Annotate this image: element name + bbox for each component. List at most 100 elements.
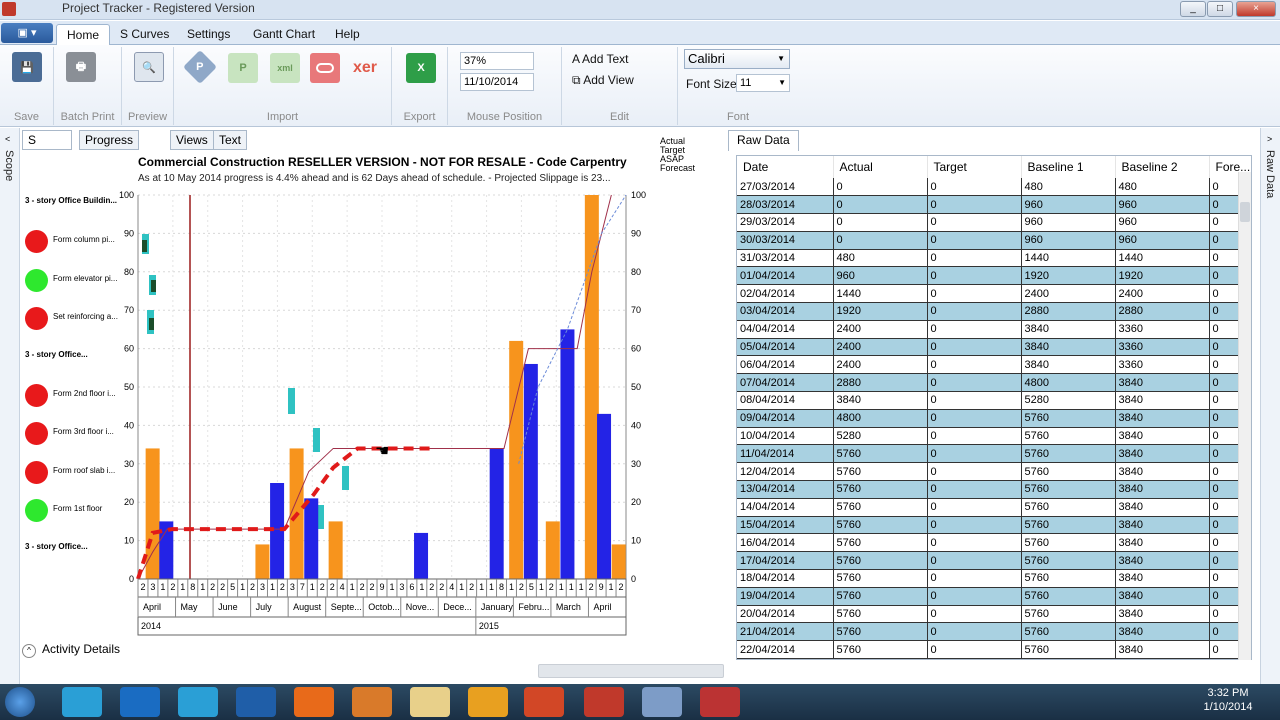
table-cell[interactable]: 5760 [1021, 587, 1116, 606]
table-cell[interactable]: 0 [927, 533, 1022, 553]
table-cell[interactable]: 02/04/2014 [737, 284, 834, 304]
table-cell[interactable]: 5760 [833, 640, 928, 659]
table-row[interactable]: 28/03/2014 0 0 960 960 0 [737, 195, 1251, 215]
table-row[interactable]: 14/04/2014 5760 0 5760 3840 0 [737, 498, 1251, 517]
table-cell[interactable]: 5760 [1021, 462, 1116, 482]
table-row[interactable]: 22/04/2014 5760 0 5760 3840 0 [737, 640, 1251, 659]
table-cell[interactable]: 480 [1021, 178, 1116, 197]
table-row[interactable]: 05/04/2014 2400 0 3840 3360 0 [737, 338, 1251, 357]
table-cell[interactable]: 0 [927, 462, 1022, 482]
table-cell[interactable]: 13/04/2014 [737, 480, 834, 499]
table-cell[interactable]: 2880 [1021, 302, 1116, 321]
table-cell[interactable]: 0 [833, 178, 928, 197]
column-header[interactable]: Date [737, 156, 834, 178]
table-cell[interactable]: 5760 [1021, 533, 1116, 553]
table-cell[interactable]: 3840 [833, 391, 928, 410]
table-cell[interactable]: 3840 [1021, 355, 1116, 375]
table-cell[interactable]: 5760 [833, 622, 928, 642]
chart-horizontal-scrollbar[interactable] [538, 664, 724, 678]
table-row[interactable]: 02/04/2014 1440 0 2400 2400 0 [737, 284, 1251, 304]
table-row[interactable]: 03/04/2014 1920 0 2880 2880 0 [737, 302, 1251, 321]
table-cell[interactable]: 16/04/2014 [737, 533, 834, 553]
table-cell[interactable]: 5760 [1021, 516, 1116, 535]
table-cell[interactable]: 08/04/2014 [737, 391, 834, 410]
system-clock[interactable]: 3:32 PM 1/10/2014 [1198, 686, 1258, 714]
table-cell[interactable]: 0 [927, 249, 1022, 268]
table-cell[interactable]: 5760 [1021, 427, 1116, 446]
table-row[interactable]: 30/03/2014 0 0 960 960 0 [737, 231, 1251, 250]
table-cell[interactable]: 29/03/2014 [737, 213, 834, 232]
table-row[interactable]: 17/04/2014 5760 0 5760 3840 0 [737, 551, 1251, 571]
raw-data-grid[interactable]: Date Actual Target Baseline 1 Baseline 2 Fore… [736, 155, 1252, 660]
table-row[interactable]: 10/04/2014 5280 0 5760 3840 0 [737, 427, 1251, 446]
table-cell[interactable]: 0 [927, 622, 1022, 642]
table-cell[interactable]: 3840 [1115, 640, 1210, 659]
table-cell[interactable]: 960 [1021, 231, 1116, 250]
table-cell[interactable]: 3840 [1115, 622, 1210, 642]
table-cell[interactable]: 0 [927, 640, 1022, 659]
table-cell[interactable]: 0 [927, 302, 1022, 321]
column-header[interactable]: Baseline 1 [1021, 156, 1116, 178]
table-cell[interactable]: 03/04/2014 [737, 302, 834, 321]
scroll-thumb[interactable] [1240, 202, 1250, 222]
table-cell[interactable]: 0 [927, 213, 1022, 232]
powerpoint-icon[interactable] [524, 687, 564, 717]
table-cell[interactable]: 480 [833, 249, 928, 268]
paint-icon[interactable] [352, 687, 392, 717]
table-cell[interactable]: 3840 [1115, 373, 1210, 393]
table-cell[interactable]: 3840 [1115, 533, 1210, 553]
table-cell[interactable]: 5760 [833, 569, 928, 588]
table-cell[interactable]: 5760 [833, 533, 928, 553]
primavera-icon[interactable] [642, 687, 682, 717]
table-cell[interactable]: 0 [927, 587, 1022, 606]
table-row[interactable]: 20/04/2014 5760 0 5760 3840 0 [737, 605, 1251, 624]
table-cell[interactable]: 17/04/2014 [737, 551, 834, 571]
table-cell[interactable]: 04/04/2014 [737, 320, 834, 339]
table-cell[interactable]: 4800 [833, 409, 928, 428]
table-cell[interactable]: 2400 [833, 338, 928, 357]
table-cell[interactable]: 5760 [1021, 480, 1116, 499]
table-cell[interactable]: 19/04/2014 [737, 587, 834, 606]
table-cell[interactable]: 5280 [1021, 391, 1116, 410]
table-cell[interactable]: 5760 [833, 605, 928, 624]
box-icon[interactable] [700, 687, 740, 717]
collapse-right-icon[interactable]: > [1267, 134, 1272, 144]
table-cell[interactable]: 0 [833, 195, 928, 215]
table-cell[interactable]: 2400 [833, 355, 928, 375]
table-row[interactable]: 13/04/2014 5760 0 5760 3840 0 [737, 480, 1251, 499]
t-icon[interactable] [236, 687, 276, 717]
table-cell[interactable]: 5760 [1021, 498, 1116, 517]
table-cell[interactable]: 20/04/2014 [737, 605, 834, 624]
table-cell[interactable]: 0 [927, 569, 1022, 588]
table-cell[interactable]: 15/04/2014 [737, 516, 834, 535]
chevron-up-icon[interactable]: ^ [22, 644, 36, 658]
table-cell[interactable]: 5760 [1021, 551, 1116, 571]
table-cell[interactable]: 960 [833, 266, 928, 286]
flower-icon[interactable] [468, 687, 508, 717]
table-row[interactable]: 01/04/2014 960 0 1920 1920 0 [737, 266, 1251, 286]
table-cell[interactable]: 1920 [833, 302, 928, 321]
table-cell[interactable]: 0 [927, 284, 1022, 304]
table-cell[interactable]: 09/04/2014 [737, 409, 834, 428]
table-cell[interactable]: 14/04/2014 [737, 498, 834, 517]
table-cell[interactable]: 30/03/2014 [737, 231, 834, 250]
table-cell[interactable]: 3840 [1115, 516, 1210, 535]
table-cell[interactable]: 5760 [1021, 640, 1116, 659]
table-cell[interactable]: 2400 [833, 320, 928, 339]
table-row[interactable]: 16/04/2014 5760 0 5760 3840 0 [737, 533, 1251, 553]
table-cell[interactable]: 3840 [1115, 569, 1210, 588]
table-cell[interactable]: 4800 [1021, 373, 1116, 393]
table-cell[interactable]: 3840 [1115, 391, 1210, 410]
table-row[interactable]: 11/04/2014 5760 0 5760 3840 0 [737, 444, 1251, 464]
table-cell[interactable]: 0 [927, 178, 1022, 197]
table-cell[interactable]: 1440 [833, 284, 928, 304]
table-cell[interactable]: 5760 [1021, 444, 1116, 464]
table-cell[interactable]: 5280 [833, 427, 928, 446]
table-cell[interactable]: 3840 [1021, 320, 1116, 339]
table-cell[interactable]: 0 [927, 195, 1022, 215]
table-cell[interactable]: 3360 [1115, 338, 1210, 357]
table-cell[interactable]: 5760 [1021, 569, 1116, 588]
table-cell[interactable]: 960 [1115, 231, 1210, 250]
table-row[interactable]: 31/03/2014 480 0 1440 1440 0 [737, 249, 1251, 268]
table-cell[interactable]: 1920 [1115, 266, 1210, 286]
